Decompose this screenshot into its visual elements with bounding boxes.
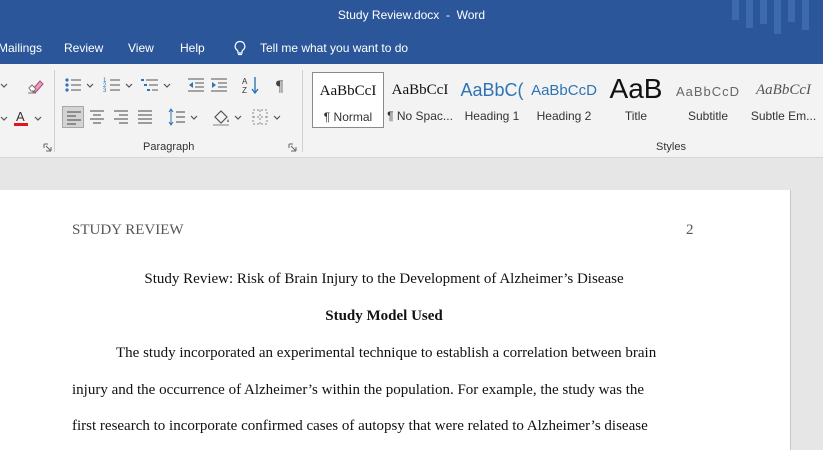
style-sample: AaBbCcD [675,84,741,99]
style-normal[interactable]: AaBbCcI ¶ Normal [312,72,384,128]
decrease-indent-icon[interactable] [185,74,207,96]
svg-text:Z: Z [242,86,247,95]
justify-icon[interactable] [134,106,156,128]
running-head: STUDY REVIEW [72,222,184,238]
tab-mailings[interactable]: Mailings [0,41,42,55]
increase-indent-icon[interactable] [208,74,230,96]
group-separator [302,70,303,152]
style-name: Title [624,109,648,123]
sort-icon[interactable]: AZ [240,74,262,96]
style-sample: AaBbCcD [531,82,597,99]
chevron-down-icon[interactable] [0,107,8,129]
paragraph-group-label: Paragraph [143,141,195,153]
group-separator [54,70,55,152]
document-title: Study Review: Risk of Brain Injury to th… [144,271,624,287]
page-number: 2 [686,222,694,238]
svg-text:3: 3 [103,88,107,94]
tab-help[interactable]: Help [180,41,205,55]
style-subtitle[interactable]: AaBbCcD Subtitle [672,72,744,128]
style-heading-1[interactable]: AaBbC( Heading 1 [456,72,528,128]
style-title[interactable]: AaB Title [600,72,672,128]
style-name: Subtitle [687,109,729,123]
document-canvas: STUDY REVIEW 2 Study Review: Risk of Bra… [0,158,823,450]
align-right-icon[interactable] [110,106,132,128]
vertical-scrollbar[interactable] [791,158,823,450]
chevron-down-icon[interactable] [0,74,8,96]
chevron-down-icon[interactable] [86,74,94,96]
bullets-icon[interactable] [62,74,84,96]
tab-review[interactable]: Review [64,41,103,55]
svg-text:A: A [242,77,248,86]
title-bar: Study Review.docx - Word [0,0,823,34]
style-subtle-emphasis[interactable]: AaBbCcI Subtle Em... [744,72,823,128]
eraser-icon[interactable] [24,74,46,96]
window-title: Study Review.docx - Word [337,8,486,22]
title-bar-decoration [728,0,823,34]
svg-text:¶: ¶ [276,78,284,95]
svg-text:A: A [16,109,25,124]
chevron-down-icon[interactable] [34,107,42,129]
style-sample: AaBbCcI [319,83,377,99]
chevron-down-icon[interactable] [125,74,133,96]
style-sample: AaBbCcI [391,82,449,98]
body-text-line: injury and the occurrence of Alzheimer’s… [72,382,645,398]
style-sample: AaB [609,73,663,104]
chevron-down-icon[interactable] [190,106,198,128]
tell-me-search[interactable]: Tell me what you want to do [260,41,408,55]
style-name: Heading 1 [464,109,520,123]
style-sample: AaBbCcI [756,82,811,98]
line-spacing-icon[interactable] [166,106,188,128]
style-name: ¶ Normal [323,110,373,124]
style-name: ¶ No Spac... [387,109,453,123]
shading-icon[interactable] [210,106,232,128]
chevron-down-icon[interactable] [234,106,242,128]
chevron-down-icon[interactable] [163,74,171,96]
lightbulb-icon [233,40,247,57]
numbering-icon[interactable]: 123 [101,74,123,96]
chevron-down-icon[interactable] [273,106,281,128]
styles-group-label: Styles [656,141,686,153]
word-window: Study Review.docx - Word Mailings Review… [0,0,823,450]
ribbon-tabs: Mailings Review View Help Tell me what y… [0,34,823,64]
ribbon: A 123 AZ ¶ Paragraph AaBbCcI ¶ Normal Aa… [0,64,823,158]
tab-view[interactable]: View [128,41,154,55]
borders-icon[interactable] [249,106,271,128]
style-sample: AaBbC( [460,80,524,100]
font-dialog-launcher-icon[interactable] [43,143,52,152]
style-name: Subtle Em... [750,109,817,123]
font-color-icon[interactable]: A [10,107,32,129]
style-no-spacing[interactable]: AaBbCcI ¶ No Spac... [384,72,456,128]
paragraph-dialog-launcher-icon[interactable] [288,143,297,152]
body-text-line: The study incorporated an experimental t… [116,345,657,361]
style-name: Heading 2 [536,109,592,123]
pilcrow-icon[interactable]: ¶ [271,74,293,96]
multilevel-list-icon[interactable] [139,74,161,96]
style-heading-2[interactable]: AaBbCcD Heading 2 [528,72,600,128]
align-left-icon[interactable] [62,106,84,128]
document-page[interactable]: STUDY REVIEW 2 Study Review: Risk of Bra… [0,190,791,450]
center-icon[interactable] [86,106,108,128]
body-text-line: first research to incorporate confirmed … [72,418,648,434]
section-heading: Study Model Used [325,308,443,324]
